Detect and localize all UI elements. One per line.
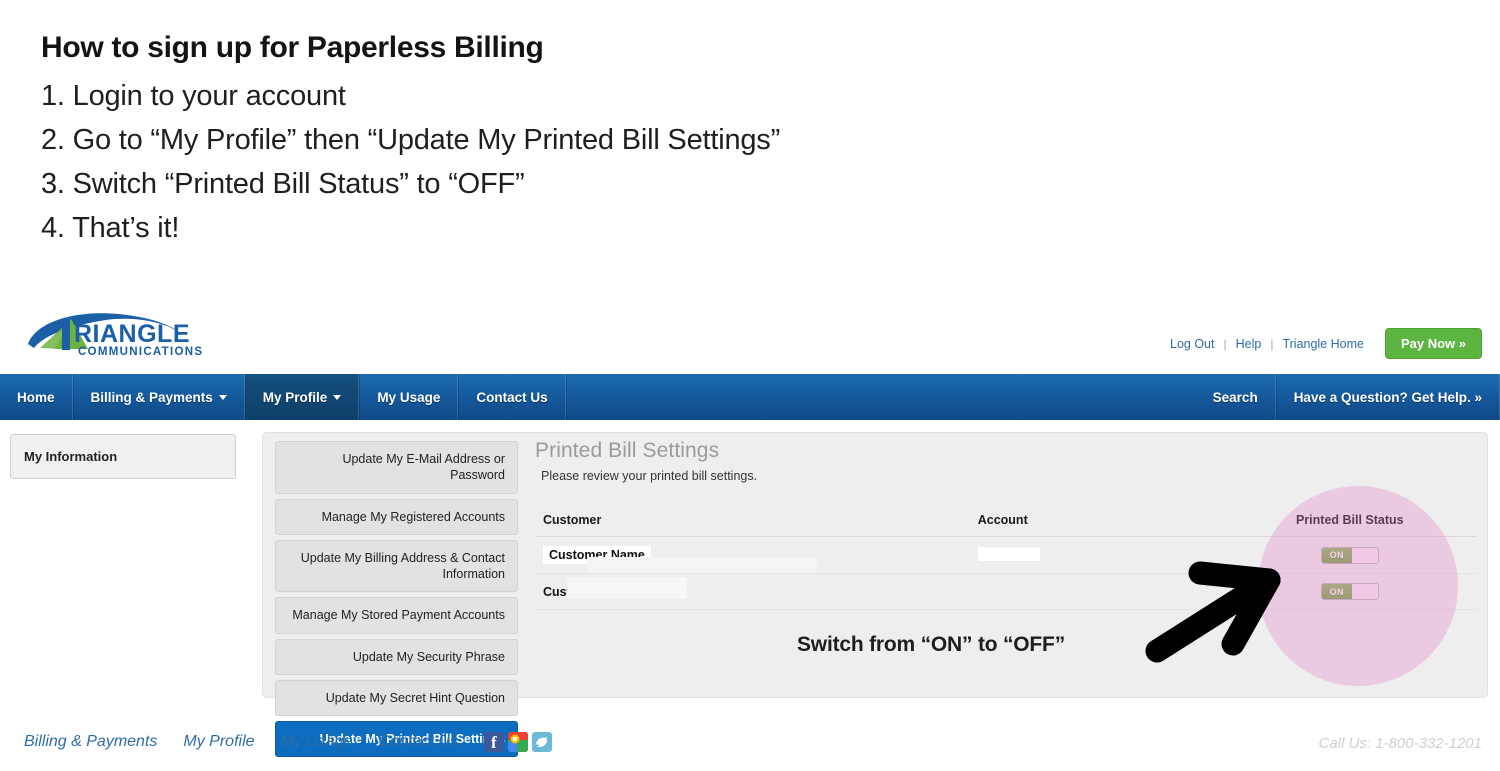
- menu-button-manage-stored-payment-accounts[interactable]: Manage My Stored Payment Accounts: [275, 597, 518, 634]
- site-header: RIANGLE COMMUNICATIONS Log Out | Help | …: [0, 300, 1500, 374]
- nav-item-home[interactable]: Home: [0, 374, 73, 420]
- nav-item-label: Contact Us: [476, 389, 548, 405]
- utility-link-triangle-home[interactable]: Triangle Home: [1273, 337, 1373, 351]
- svg-text:RIANGLE: RIANGLE: [74, 320, 190, 348]
- svg-text:COMMUNICATIONS: COMMUNICATIONS: [78, 346, 203, 358]
- redaction-block: [587, 557, 817, 573]
- chevron-down-icon: [218, 394, 227, 400]
- column-header-printed-bill-status: Printed Bill Status: [1295, 513, 1404, 527]
- toggle-knob[interactable]: [1351, 547, 1378, 563]
- menu-button-update-email-or-password[interactable]: Update My E-Mail Address or Password: [275, 441, 518, 494]
- menu-button-update-security-phrase[interactable]: Update My Security Phrase: [275, 638, 518, 675]
- menu-button-update-billing-address[interactable]: Update My Billing Address & Contact Info…: [275, 539, 518, 593]
- page-root: How to sign up for Paperless Billing 1. …: [0, 0, 1500, 771]
- nav-item-label: Billing & Payments: [90, 389, 213, 405]
- footer-link-my-usage[interactable]: My Usage: [281, 733, 379, 751]
- instruction-step: 4. That’s it!: [41, 212, 180, 245]
- social-links: f: [483, 732, 552, 752]
- nav-right-group: Search Have a Question? Get Help. »: [1196, 374, 1500, 420]
- facebook-icon[interactable]: f: [483, 732, 504, 752]
- footer-link-billing-and-payments[interactable]: Billing & Payments: [24, 733, 183, 751]
- profile-menu: Update My E-Mail Address or Password Man…: [275, 441, 518, 762]
- nav-item-label: My Usage: [377, 389, 441, 405]
- column-header-account: Account: [977, 513, 1028, 527]
- table-header-row: Customer Account Printed Bill Status: [535, 513, 1477, 537]
- instruction-step: 1. Login to your account: [41, 80, 346, 112]
- nav-item-label: Home: [17, 389, 55, 405]
- nav-item-my-profile[interactable]: My Profile: [244, 374, 360, 420]
- site-footer: Billing & Payments My Profile My Usage C…: [0, 726, 1500, 771]
- nav-item-label: Have a Question? Get Help. »: [1293, 389, 1482, 405]
- toggle-knob[interactable]: [1351, 584, 1378, 599]
- instruction-step: 3. Switch “Printed Bill Status” to “OFF”: [41, 168, 525, 201]
- main-navigation: Home Billing & Payments My Profile My Us…: [0, 374, 1500, 420]
- footer-links: Billing & Payments My Profile My Usage C…: [24, 732, 552, 752]
- toggle-on-label: ON: [1321, 584, 1352, 599]
- content-panel: Update My E-Mail Address or Password Man…: [262, 432, 1488, 758]
- nav-item-label: My Profile: [262, 389, 328, 405]
- pay-now-button[interactable]: Pay Now »: [1384, 328, 1482, 359]
- chevron-down-icon: [333, 394, 342, 400]
- toggle-on-label: ON: [1321, 547, 1352, 563]
- menu-button-update-secret-hint-question[interactable]: Update My Secret Hint Question: [275, 679, 518, 716]
- column-header-customer: Customer: [543, 513, 602, 527]
- nav-item-my-usage[interactable]: My Usage: [359, 374, 459, 420]
- redaction-block: [567, 577, 687, 599]
- main-content-column: Printed Bill Settings Please review your…: [535, 439, 1477, 610]
- nav-item-get-help[interactable]: Have a Question? Get Help. »: [1275, 374, 1500, 420]
- svg-text:f: f: [491, 733, 497, 752]
- instructions-title: How to sign up for Paperless Billing: [41, 31, 544, 64]
- instructions-block: How to sign up for Paperless Billing 1. …: [41, 30, 1141, 250]
- nav-item-contact-us[interactable]: Contact Us: [458, 374, 566, 420]
- left-sidebar: My Information: [10, 434, 236, 479]
- page-title: Printed Bill Settings: [535, 439, 720, 462]
- instruction-step: 2. Go to “My Profile” then “Update My Pr…: [41, 124, 781, 157]
- sidebar-item-my-information[interactable]: My Information: [10, 434, 236, 479]
- printed-bill-settings-table: Customer Account Printed Bill Status Cus…: [535, 513, 1477, 610]
- utility-link-log-out[interactable]: Log Out: [1161, 337, 1223, 351]
- sidebar-heading-label: My Information: [24, 449, 118, 464]
- call-us-text: Call Us: 1-800-332-1201: [1318, 735, 1482, 752]
- annotation-text: Switch from “ON” to “OFF”: [797, 633, 1065, 656]
- footer-link-contact-us[interactable]: Contact Us: [379, 733, 484, 751]
- printed-bill-status-toggle[interactable]: ON: [1320, 583, 1379, 600]
- utility-nav: Log Out | Help | Triangle Home Pay Now »: [1161, 328, 1482, 359]
- utility-link-help[interactable]: Help: [1227, 337, 1271, 351]
- google-plus-icon[interactable]: [507, 732, 528, 752]
- nav-item-billing-and-payments[interactable]: Billing & Payments: [72, 374, 245, 420]
- account-number-value: [977, 546, 1040, 561]
- footer-link-my-profile[interactable]: My Profile: [183, 733, 280, 751]
- page-subtitle: Please review your printed bill settings…: [541, 469, 758, 483]
- nav-item-label: Search: [1212, 389, 1258, 405]
- pointer-arrow: [1145, 561, 1281, 663]
- nav-item-search[interactable]: Search: [1196, 374, 1276, 420]
- printed-bill-status-toggle[interactable]: ON: [1320, 546, 1379, 564]
- menu-button-manage-registered-accounts[interactable]: Manage My Registered Accounts: [275, 498, 518, 535]
- twitter-icon[interactable]: [531, 732, 552, 752]
- nav-spacer: [565, 374, 1196, 420]
- triangle-communications-logo[interactable]: RIANGLE COMMUNICATIONS: [22, 308, 212, 364]
